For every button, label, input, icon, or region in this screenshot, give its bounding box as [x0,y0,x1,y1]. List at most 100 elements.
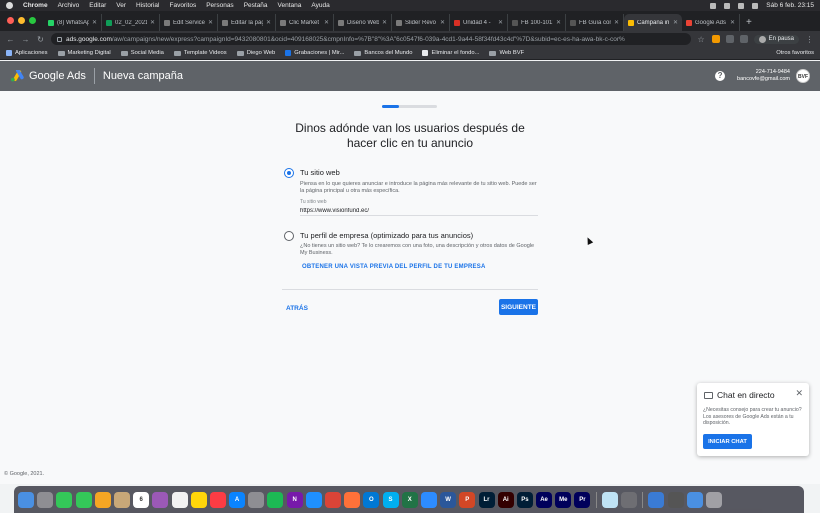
aftereffects-icon[interactable]: Ae [536,491,553,508]
lightroom-icon[interactable]: Lr [478,491,495,508]
business-profile-option-label[interactable]: Tu perfil de empresa (optimizado para tu… [300,231,473,240]
skype-icon[interactable]: S [382,491,399,508]
tab-close-icon[interactable]: ✕ [556,19,561,26]
folder-icon[interactable] [686,491,703,508]
reload-icon[interactable]: ↻ [36,35,45,44]
bookmark-star-icon[interactable]: ☆ [697,35,706,44]
menu-app-name[interactable]: Chrome [23,2,48,9]
start-chat-button[interactable]: INICIAR CHAT [703,434,752,449]
tab-close-icon[interactable]: ✕ [208,19,213,26]
browser-tab[interactable]: FB 100-101: Ex✕ [508,14,566,31]
google-ads-logo[interactable]: Google Ads [10,70,86,82]
snowflake-app-icon[interactable] [601,491,618,508]
close-window-button[interactable] [7,17,14,24]
safari-icon[interactable] [305,491,322,508]
menu-historial[interactable]: Historial [136,2,159,9]
minimize-window-button[interactable] [18,17,25,24]
option-website[interactable]: Tu sitio web Piensa en lo que quieres an… [284,168,540,218]
option-business-profile[interactable]: Tu perfil de empresa (optimizado para tu… [284,231,540,276]
tab-close-icon[interactable]: ✕ [150,19,155,26]
downloads-icon[interactable] [648,491,665,508]
spotlight-icon[interactable] [752,2,759,9]
spotify-icon[interactable] [267,491,284,508]
excel-icon[interactable]: X [401,491,418,508]
menu-personas[interactable]: Personas [206,2,233,9]
settings-icon[interactable] [248,491,265,508]
tab-close-icon[interactable]: ✕ [92,19,97,26]
bookmark-folder[interactable]: Web BVF [489,50,524,56]
browser-tab[interactable]: Edit Service ✕ [160,14,218,31]
appstore-icon[interactable]: A [229,491,246,508]
address-bar[interactable]: ads.google.com/aw/campaigns/new/express?… [51,33,691,45]
bookmark-apps[interactable]: Aplicaciones [6,50,48,56]
facetime-icon[interactable] [56,491,73,508]
fullscreen-window-button[interactable] [29,17,36,24]
browser-tab[interactable]: Campaña in ✕ [624,14,682,31]
bookmark-folder[interactable]: Marketing Digital [57,50,111,56]
calendar-icon[interactable]: 6 [133,491,150,508]
back-arrow-icon[interactable]: ← [6,35,15,44]
next-button[interactable]: SIGUIENTE [499,299,538,315]
lock-icon[interactable] [57,36,62,42]
illustrator-icon[interactable]: Ai [497,491,514,508]
menu-pestana[interactable]: Pestaña [244,2,268,9]
account-info[interactable]: 224-714-9484 bancovfe@gmail.com [737,69,790,83]
extension-icon[interactable] [711,35,720,43]
reminders-icon[interactable] [171,491,188,508]
chrome-icon[interactable] [325,491,341,508]
firefox-icon[interactable] [344,491,361,508]
tab-close-icon[interactable]: ✕ [382,19,387,26]
browser-tab[interactable]: Editar la pág ✕ [218,14,276,31]
notes-icon[interactable] [190,491,207,508]
extension-icon[interactable] [725,35,734,43]
bookmark-folder[interactable]: Bancos del Mundo [354,50,412,56]
premiere-icon[interactable]: Pr [574,491,591,508]
word-icon[interactable]: W [440,491,457,508]
profile-button[interactable]: En pausa [753,34,799,44]
tab-close-icon[interactable]: ✕ [673,19,678,26]
battery-icon[interactable] [738,2,745,9]
podcasts-icon[interactable] [152,491,169,508]
puzzle-icon[interactable] [739,35,748,43]
bookmark-folder[interactable]: Social Media [120,50,164,56]
business-profile-radio[interactable] [284,231,294,241]
zoom-icon[interactable] [420,491,437,508]
browser-tab[interactable]: Diseño Web ✕ [334,14,392,31]
help-icon[interactable]: ? [715,71,726,81]
menu-favoritos[interactable]: Favoritos [169,2,196,9]
finder-icon[interactable] [18,491,34,508]
outlook-icon[interactable]: O [363,491,380,508]
browser-tab[interactable]: Slider Revo ✕ [392,14,450,31]
contacts-icon[interactable] [113,491,130,508]
preview-profile-link[interactable]: OBTENER UNA VISTA PREVIA DEL PERFIL DE T… [302,264,486,270]
bluetooth-icon[interactable] [710,2,717,9]
menu-editar[interactable]: Editar [89,2,106,9]
website-url-input[interactable] [300,206,538,216]
bookmark-link[interactable]: Grabaciones | Mir... [285,50,344,56]
menu-ventana[interactable]: Ventana [278,2,302,9]
close-icon[interactable]: ✕ [795,388,803,399]
tab-close-icon[interactable]: ✕ [266,19,271,26]
powerpoint-icon[interactable]: P [459,491,476,508]
back-button[interactable]: ATRÁS [282,300,312,316]
messages-icon[interactable] [75,491,92,508]
website-radio[interactable] [284,168,294,178]
launchpad-icon[interactable] [37,491,54,508]
browser-tab[interactable]: Clic Market ✕ [276,14,334,31]
trash-icon[interactable] [705,491,722,508]
apple-icon[interactable] [6,2,13,9]
music-icon[interactable] [209,491,226,508]
browser-tab[interactable]: FB Guía comp✕ [566,14,624,31]
browser-tab[interactable]: Google Ads ✕ [682,14,740,31]
screenshot-icon[interactable] [667,491,684,508]
bookmark-folder[interactable]: Template Videos [173,50,227,56]
menu-ver[interactable]: Ver [116,2,126,9]
clock[interactable]: Sáb 6 feb. 23:15 [766,2,814,9]
wifi-icon[interactable] [724,2,731,9]
website-option-label[interactable]: Tu sitio web [300,168,340,177]
tab-close-icon[interactable]: ✕ [324,19,329,26]
preview-icon[interactable] [621,491,637,508]
browser-tab[interactable]: (8) WhatsApp✕ [44,14,102,31]
bookmark-folder[interactable]: Diego Web [236,50,275,56]
bookmark-link[interactable]: Eliminar el fondo... [422,50,479,56]
